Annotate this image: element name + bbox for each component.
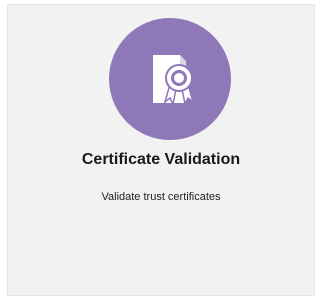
certificate-icon — [109, 18, 231, 140]
certificate-validation-tile[interactable]: Certificate Validation Validate trust ce… — [7, 4, 315, 296]
tile-title: Certificate Validation — [81, 151, 241, 168]
tile-description: Validate trust certificates — [101, 191, 221, 203]
